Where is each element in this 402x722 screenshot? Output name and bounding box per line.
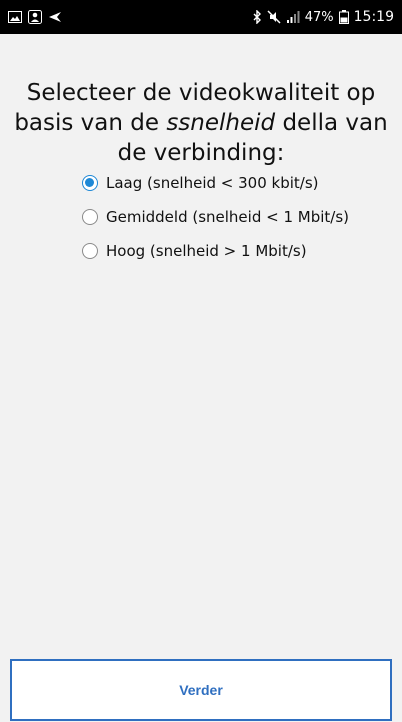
next-button[interactable]: Verder <box>10 659 392 721</box>
status-right-icons: 47% 15:19 <box>253 9 394 25</box>
person-icon <box>28 9 42 25</box>
question-text: Selecteer de videokwaliteit op basis van… <box>6 78 396 168</box>
clock: 15:19 <box>353 9 394 25</box>
option-high-label: Hoog (snelheid > 1 Mbit/s) <box>106 242 307 260</box>
signal-icon <box>286 9 300 25</box>
gallery-icon <box>8 9 22 25</box>
radio-low[interactable] <box>82 175 98 191</box>
bluetooth-icon <box>253 9 262 25</box>
option-medium[interactable]: Gemiddeld (snelheid < 1 Mbit/s) <box>82 206 349 228</box>
quality-options: Laag (snelheid < 300 kbit/s) Gemiddeld (… <box>82 172 349 262</box>
location-arrow-icon <box>48 9 62 25</box>
question-emphasis: ssnelheid <box>166 110 276 136</box>
option-high[interactable]: Hoog (snelheid > 1 Mbit/s) <box>82 240 349 262</box>
footer: Verder <box>0 629 402 722</box>
radio-high[interactable] <box>82 243 98 259</box>
status-bar: 47% 15:19 <box>0 0 402 34</box>
status-left-icons <box>8 9 62 25</box>
battery-percentage: 47% <box>304 9 334 25</box>
battery-icon <box>338 9 349 25</box>
option-medium-label: Gemiddeld (snelheid < 1 Mbit/s) <box>106 208 350 226</box>
radio-medium[interactable] <box>82 209 98 225</box>
option-low[interactable]: Laag (snelheid < 300 kbit/s) <box>82 172 349 194</box>
main-content: Selecteer de videokwaliteit op basis van… <box>0 34 402 629</box>
mute-icon <box>267 9 281 25</box>
option-low-label: Laag (snelheid < 300 kbit/s) <box>106 174 319 192</box>
